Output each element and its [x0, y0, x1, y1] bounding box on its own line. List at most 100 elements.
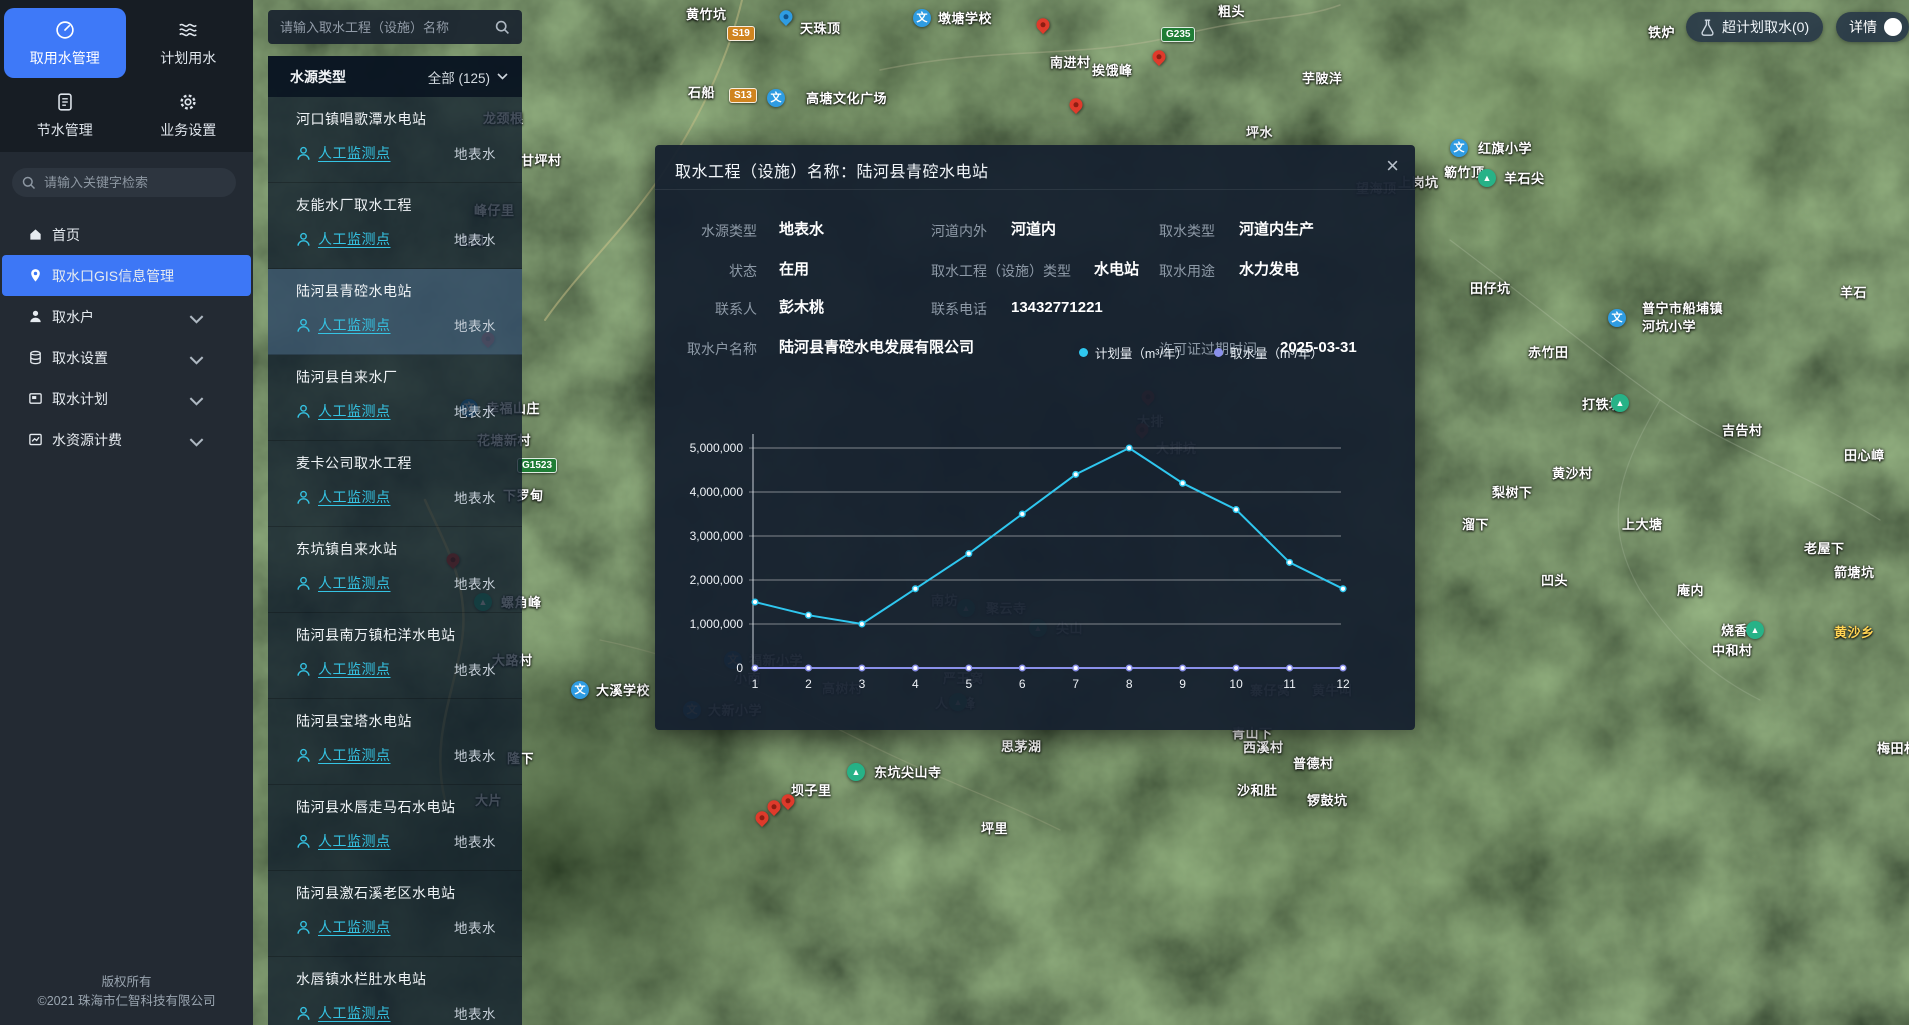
map-label: 大溪学校 — [596, 684, 650, 697]
monitor-type-link[interactable]: 人工监测点 — [318, 143, 391, 163]
menu-item-billing[interactable]: 水资源计费 — [0, 419, 253, 460]
monitor-type-link[interactable]: 人工监测点 — [318, 917, 391, 937]
source-type-filter[interactable]: 全部 (125) — [428, 67, 508, 87]
facility-list-item[interactable]: 友能水厂取水工程 人工监测点 地表水 — [268, 183, 522, 269]
over-plan-intake-badge[interactable]: 超计划取水(0) — [1686, 12, 1823, 42]
map-label: 中和村 — [1712, 644, 1753, 657]
monitor-type-link[interactable]: 人工监测点 — [318, 1003, 391, 1023]
map-label: 挨饿峰 — [1092, 64, 1133, 77]
detail-toggle[interactable] — [1884, 18, 1902, 36]
app-tile-settings[interactable]: 业务设置 — [128, 80, 250, 150]
map-label: 芋陂洋 — [1302, 72, 1343, 85]
svg-text:6: 6 — [1019, 677, 1026, 691]
facility-list-item[interactable]: 陆河县水唇走马石水电站 人工监测点 地表水 — [268, 785, 522, 871]
person-icon — [296, 662, 311, 677]
sidebar-search-input[interactable] — [44, 175, 226, 190]
field-label: 取水用途 — [1159, 261, 1215, 281]
map-label: 西溪村 — [1243, 741, 1284, 754]
water-source-type: 地表水 — [454, 487, 496, 507]
field-value: 在用 — [779, 259, 809, 281]
gauge-icon — [54, 19, 76, 41]
map-label: 锣鼓坑 — [1307, 794, 1348, 807]
facility-list-item[interactable]: 陆河县激石溪老区水电站 人工监测点 地表水 — [268, 871, 522, 957]
sidebar-search-box[interactable] — [12, 168, 236, 197]
person-icon — [296, 1006, 311, 1021]
svg-text:5: 5 — [965, 677, 972, 691]
monitor-type-link[interactable]: 人工监测点 — [318, 659, 391, 679]
peak-marker[interactable]: ▲ — [847, 763, 865, 781]
map-label: 梨树下 — [1492, 486, 1533, 499]
map-label: 石船 — [688, 86, 715, 99]
map-label: 黄沙乡 — [1834, 626, 1875, 639]
water-source-type: 地表水 — [454, 659, 496, 679]
water-source-type: 地表水 — [454, 917, 496, 937]
menu-item-water-users[interactable]: 取水户 — [0, 296, 253, 337]
water-source-type: 地表水 — [454, 401, 496, 421]
field-label: 联系人 — [685, 299, 757, 319]
map-label: 沙和肚 — [1237, 784, 1278, 797]
facility-list-item[interactable]: 陆河县南万镇杞洋水电站 人工监测点 地表水 — [268, 613, 522, 699]
app-tile-water-saving[interactable]: 节水管理 — [4, 80, 126, 150]
legend-item[interactable]: 计划量（m³/年） — [1079, 343, 1188, 362]
map-label: 凹头 — [1541, 574, 1568, 587]
facility-list-item[interactable]: 水唇镇水栏肚水电站 人工监测点 地表水 — [268, 957, 522, 1025]
monitor-type-link[interactable]: 人工监测点 — [318, 487, 391, 507]
facility-list-item[interactable]: 河口镇唱歌潭水电站 人工监测点 地表水 — [268, 97, 522, 183]
facility-list-item[interactable]: 陆河县青硿水电站 人工监测点 地表水 — [268, 269, 522, 355]
app-tile-water-intake[interactable]: 取用水管理 — [4, 8, 126, 78]
school-marker[interactable]: 文 — [1608, 309, 1626, 327]
person-icon — [296, 490, 311, 505]
map-label: 坪水 — [1246, 126, 1273, 139]
road-badge: G235 — [1161, 27, 1195, 42]
facility-list-item[interactable]: 陆河县自来水厂 人工监测点 地表水 — [268, 355, 522, 441]
facility-name: 陆河县水唇走马石水电站 — [296, 797, 496, 817]
map-label: 溜下 — [1462, 518, 1489, 531]
school-marker[interactable]: 文 — [571, 681, 589, 699]
svg-text:9: 9 — [1179, 677, 1186, 691]
facility-list-item[interactable]: 东坑镇自来水站 人工监测点 地表水 — [268, 527, 522, 613]
peak-marker[interactable]: ▲ — [1611, 394, 1629, 412]
search-icon[interactable] — [495, 20, 510, 35]
school-marker[interactable]: 文 — [1450, 139, 1468, 157]
monitor-type-link[interactable]: 人工监测点 — [318, 831, 391, 851]
monitor-type-link[interactable]: 人工监测点 — [318, 315, 391, 335]
app-switcher: 取用水管理 计划用水 — [0, 0, 253, 152]
map-label: 甘坪村 — [521, 154, 562, 167]
monitor-type-link[interactable]: 人工监测点 — [318, 573, 391, 593]
facility-search-box[interactable] — [268, 10, 522, 44]
map-label: 南进村 — [1050, 56, 1091, 69]
peak-marker[interactable]: ▲ — [1746, 621, 1764, 639]
school-marker[interactable]: 文 — [767, 89, 785, 107]
svg-text:11: 11 — [1283, 677, 1296, 691]
menu-item-gis-management[interactable]: 取水口GIS信息管理 — [2, 255, 251, 296]
menu-item-intake-plan[interactable]: 取水计划 — [0, 378, 253, 419]
school-marker[interactable]: 文 — [913, 9, 931, 27]
menu-item-intake-settings[interactable]: 取水设置 — [0, 337, 253, 378]
map-label: 上大塘 — [1622, 518, 1663, 531]
map-label: 粗头 — [1218, 5, 1245, 18]
monitor-type-link[interactable]: 人工监测点 — [318, 401, 391, 421]
gear-icon — [177, 91, 199, 113]
map-label: 天珠顶 — [800, 22, 841, 35]
close-icon[interactable]: × — [1386, 151, 1399, 182]
water-source-type: 地表水 — [454, 831, 496, 851]
legend-item[interactable]: 取水量（m³/年） — [1214, 343, 1323, 362]
field-label: 取水类型 — [1159, 221, 1215, 241]
map-label: 普德村 — [1293, 757, 1334, 770]
map-label: 羊石尖 — [1504, 172, 1545, 185]
field-value: 陆河县青硿水电发展有限公司 — [779, 337, 974, 359]
sidebar: 取用水管理 计划用水 — [0, 0, 253, 1025]
user-icon — [28, 309, 43, 324]
peak-marker[interactable]: ▲ — [1478, 169, 1496, 187]
billing-icon — [28, 432, 43, 447]
menu-item-home[interactable]: 首页 — [0, 214, 253, 255]
detail-toggle-pill[interactable]: 详情 — [1836, 12, 1909, 42]
person-icon — [296, 748, 311, 763]
monitor-type-link[interactable]: 人工监测点 — [318, 229, 391, 249]
facility-list-item[interactable]: 麦卡公司取水工程 人工监测点 地表水 — [268, 441, 522, 527]
facility-list: 河口镇唱歌潭水电站 人工监测点 地表水 友能水厂取水工程 人工监测点 地表水 — [268, 97, 522, 1025]
facility-search-input[interactable] — [280, 20, 495, 35]
monitor-type-link[interactable]: 人工监测点 — [318, 745, 391, 765]
app-tile-planned-water[interactable]: 计划用水 — [128, 8, 250, 78]
facility-list-item[interactable]: 陆河县宝塔水电站 人工监测点 地表水 — [268, 699, 522, 785]
